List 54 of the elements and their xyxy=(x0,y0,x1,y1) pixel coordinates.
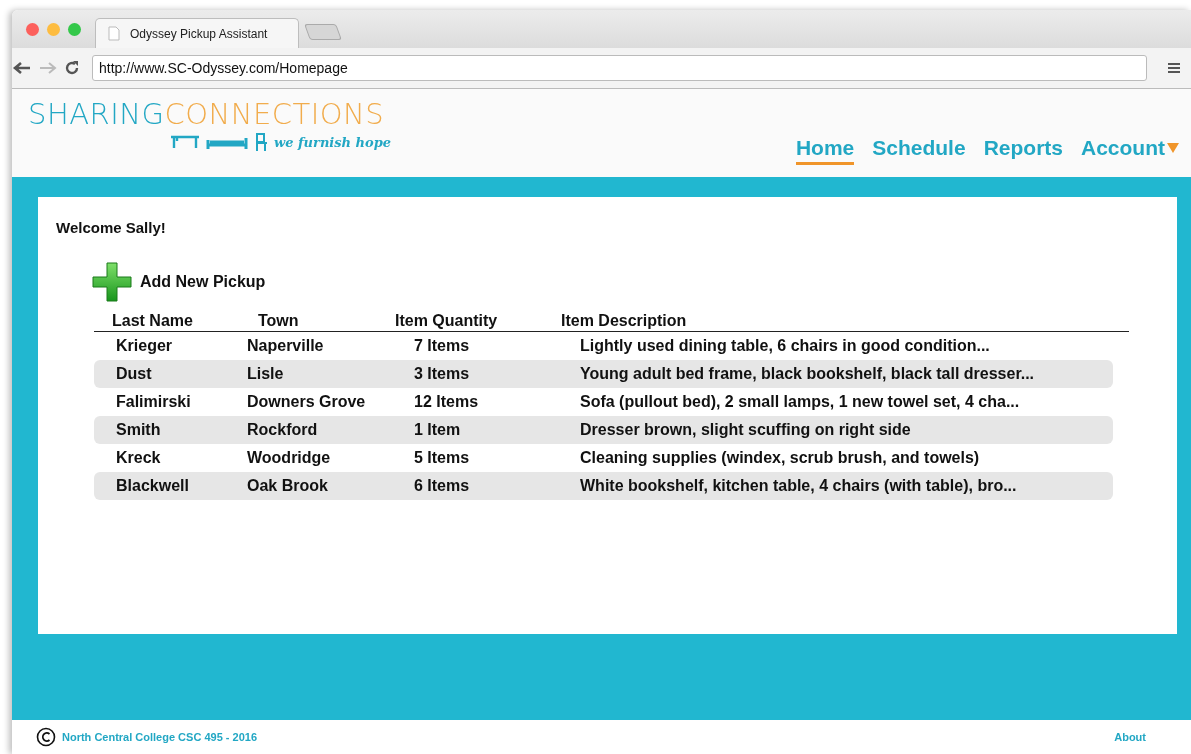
nav-link[interactable]: Home xyxy=(795,136,855,165)
table-cell-text: Rockford xyxy=(246,421,319,439)
zoom-button[interactable] xyxy=(68,22,81,36)
table-icon xyxy=(170,134,200,150)
nav-link[interactable]: Reports xyxy=(983,136,1063,165)
table-cell-text: Kreck xyxy=(115,449,162,467)
table-cell: Lightly used dining table, 6 chairs in good condition... xyxy=(580,337,990,355)
table-cell-text: Lisle xyxy=(246,365,285,383)
table-cell-text: 5 Items xyxy=(414,449,471,467)
column-header: Town xyxy=(257,312,300,330)
footer-text: North Central College CSC 495 - 2016 xyxy=(62,731,258,743)
table-cell-text: 6 Items xyxy=(414,477,471,495)
table-cell-text: Downers Grove xyxy=(246,393,367,411)
browser-tab[interactable]: Odyssey Pickup Assistant xyxy=(95,18,299,48)
menu-icon[interactable] xyxy=(1167,62,1181,74)
tagline: we furnish hope xyxy=(274,134,392,150)
table-cell: Cleaning supplies (windex, scrub brush, and towels) xyxy=(580,449,980,467)
nav-link[interactable]: Account xyxy=(1081,136,1179,165)
copyright-icon xyxy=(36,727,56,747)
table-cell-text: Blackwell xyxy=(115,477,190,495)
forward-icon[interactable] xyxy=(38,61,58,75)
add-pickup-button[interactable]: Add New Pickup xyxy=(92,262,266,302)
table-cell-text: Woodridge xyxy=(246,449,332,467)
reload-icon[interactable] xyxy=(64,60,80,76)
table-cell: Young adult bed frame, black bookshelf, black tall dresser... xyxy=(580,365,1035,383)
chair-icon xyxy=(254,133,268,151)
close-button[interactable] xyxy=(26,22,39,36)
table-cell: Sofa (pullout bed), 2 small lamps, 1 new towel set, 4 cha... xyxy=(580,393,1020,411)
plus-icon xyxy=(92,262,132,302)
table-cell: White bookshelf, kitchen table, 4 chairs (with table), bro... xyxy=(580,477,1017,495)
table-cell-text: Krieger xyxy=(115,337,174,355)
about-link[interactable]: About xyxy=(1114,731,1146,743)
column-header: Item Quantity xyxy=(395,312,499,330)
page-icon xyxy=(108,26,120,41)
table-cell-text: 1 Item xyxy=(414,421,462,439)
table-cell-text: Naperville xyxy=(246,337,325,355)
table-cell: Dresser brown, slight scuffing on right side xyxy=(580,421,911,439)
table-cell-text: Oak Brook xyxy=(246,477,329,495)
welcome-text: Welcome Sally! xyxy=(56,219,167,236)
column-header: Item Description xyxy=(561,312,687,330)
table-cell-text: Falimirski xyxy=(115,393,192,411)
address-field[interactable]: http://www.SC-Odyssey.com/Homepage xyxy=(92,55,1147,81)
logo-text: CONNECTIONS xyxy=(164,97,385,131)
minimize-button[interactable] xyxy=(47,22,60,36)
table-cell-text: Smith xyxy=(115,421,162,439)
logo-text: SHARING xyxy=(28,97,165,131)
new-tab-button[interactable] xyxy=(304,24,342,40)
table-cell-text: 7 Items xyxy=(414,337,471,355)
table-cell-text: Dust xyxy=(115,365,153,383)
table-cell-text: 12 Items xyxy=(414,393,480,411)
column-header: Last Name xyxy=(111,312,194,330)
nav-link[interactable]: Schedule xyxy=(872,136,966,165)
table-cell-text: 3 Items xyxy=(414,365,471,383)
back-icon[interactable] xyxy=(12,61,32,75)
